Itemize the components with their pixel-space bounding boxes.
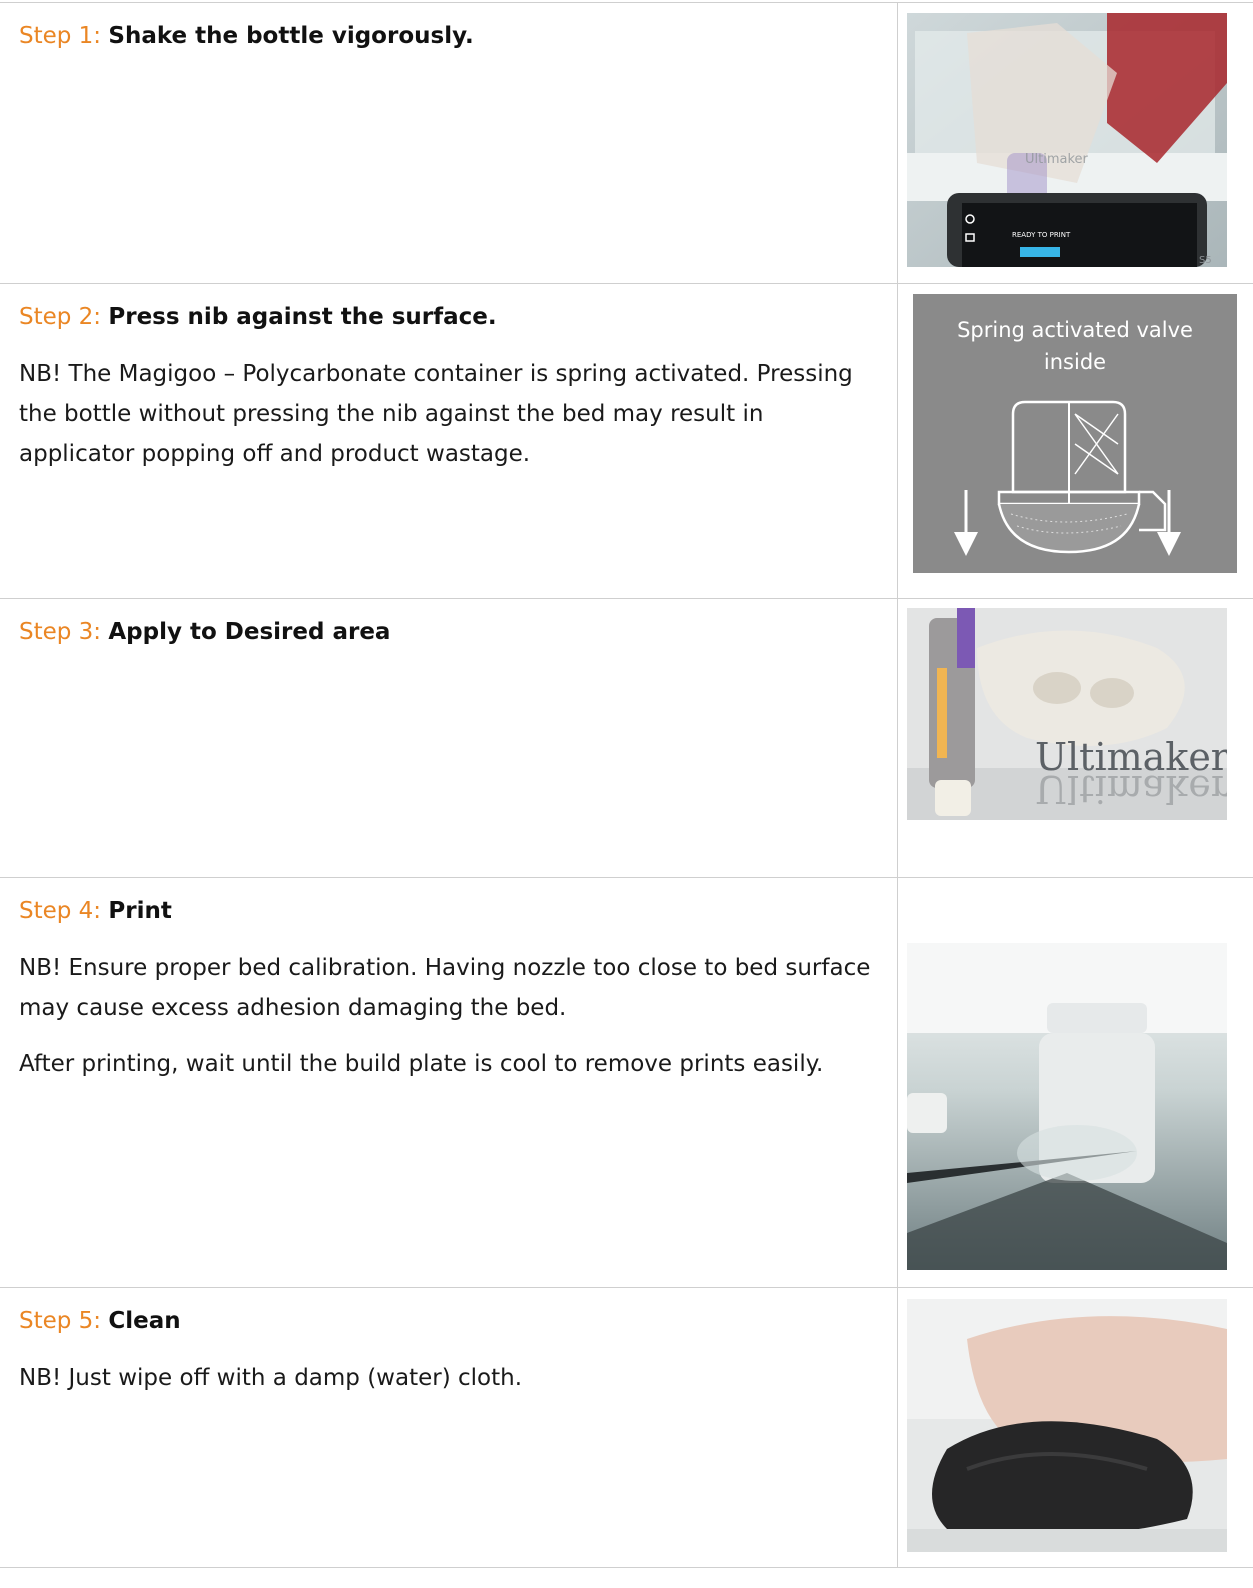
column-divider bbox=[897, 284, 898, 599]
brand-reflection-text: Ultimaker bbox=[1035, 767, 1227, 811]
spring-valve-diagram: Spring activated valve inside bbox=[913, 294, 1237, 573]
apply-glue-photo: Ultimaker Ultimaker bbox=[907, 608, 1227, 820]
step-note: NB! Just wipe off with a damp (water) cl… bbox=[19, 1365, 523, 1391]
step-label: Step 3: bbox=[19, 619, 102, 645]
step-note: NB! Ensure proper bed calibration. Havin… bbox=[19, 955, 871, 1021]
step-text-cell: Step 3: Apply to Desired area bbox=[19, 613, 879, 669]
column-divider bbox=[897, 599, 898, 878]
step-label: Step 4: bbox=[19, 898, 102, 924]
step-heading: Step 4: Print bbox=[19, 892, 879, 930]
brand-text: Ultimaker bbox=[1025, 152, 1089, 167]
step-row-1: Step 1: Shake the bottle vigorously. REA… bbox=[0, 2, 1253, 285]
step-title: Clean bbox=[108, 1308, 181, 1334]
step-label: Step 2: bbox=[19, 304, 102, 330]
diagram-caption-line1: Spring activated valve bbox=[957, 318, 1193, 342]
step-row-4: Step 4: Print NB! Ensure proper bed cali… bbox=[0, 878, 1253, 1288]
step-row-2: Step 2: Press nib against the surface. N… bbox=[0, 284, 1253, 599]
step-title: Shake the bottle vigorously. bbox=[108, 23, 474, 49]
column-divider bbox=[897, 3, 898, 285]
step-title: Press nib against the surface. bbox=[108, 304, 497, 330]
step-note: After printing, wait until the build pla… bbox=[19, 1051, 824, 1077]
screen-status-text: READY TO PRINT bbox=[1012, 231, 1071, 239]
step-row-5: Step 5: Clean NB! Just wipe off with a d… bbox=[0, 1288, 1253, 1568]
step-heading: Step 3: Apply to Desired area bbox=[19, 613, 879, 651]
step-title: Print bbox=[108, 898, 172, 924]
column-divider bbox=[897, 878, 898, 1288]
step-heading: Step 1: Shake the bottle vigorously. bbox=[19, 17, 879, 55]
step-text-cell: Step 4: Print NB! Ensure proper bed cali… bbox=[19, 892, 879, 1100]
step-heading: Step 2: Press nib against the surface. bbox=[19, 298, 879, 336]
wipe-cloth-photo bbox=[907, 1299, 1227, 1552]
step-text-cell: Step 5: Clean NB! Just wipe off with a d… bbox=[19, 1302, 879, 1414]
diagram-caption-line2: inside bbox=[1044, 350, 1106, 374]
step-heading: Step 5: Clean bbox=[19, 1302, 879, 1340]
step-text-cell: Step 1: Shake the bottle vigorously. bbox=[19, 17, 879, 73]
step-text-cell: Step 2: Press nib against the surface. N… bbox=[19, 298, 879, 490]
step-note: NB! The Magigoo – Polycarbonate containe… bbox=[19, 361, 853, 467]
step-row-3: Step 3: Apply to Desired area Ultimaker … bbox=[0, 599, 1253, 878]
model-text: S5 bbox=[1199, 255, 1212, 266]
column-divider bbox=[897, 1288, 898, 1568]
step-label: Step 5: bbox=[19, 1308, 102, 1334]
step-label: Step 1: bbox=[19, 23, 102, 49]
step-title: Apply to Desired area bbox=[108, 619, 391, 645]
printer-shake-photo: READY TO PRINT Ultimaker S5 bbox=[907, 13, 1227, 267]
printed-part-photo bbox=[907, 943, 1227, 1270]
instructions-table: Step 1: Shake the bottle vigorously. REA… bbox=[0, 0, 1253, 1588]
